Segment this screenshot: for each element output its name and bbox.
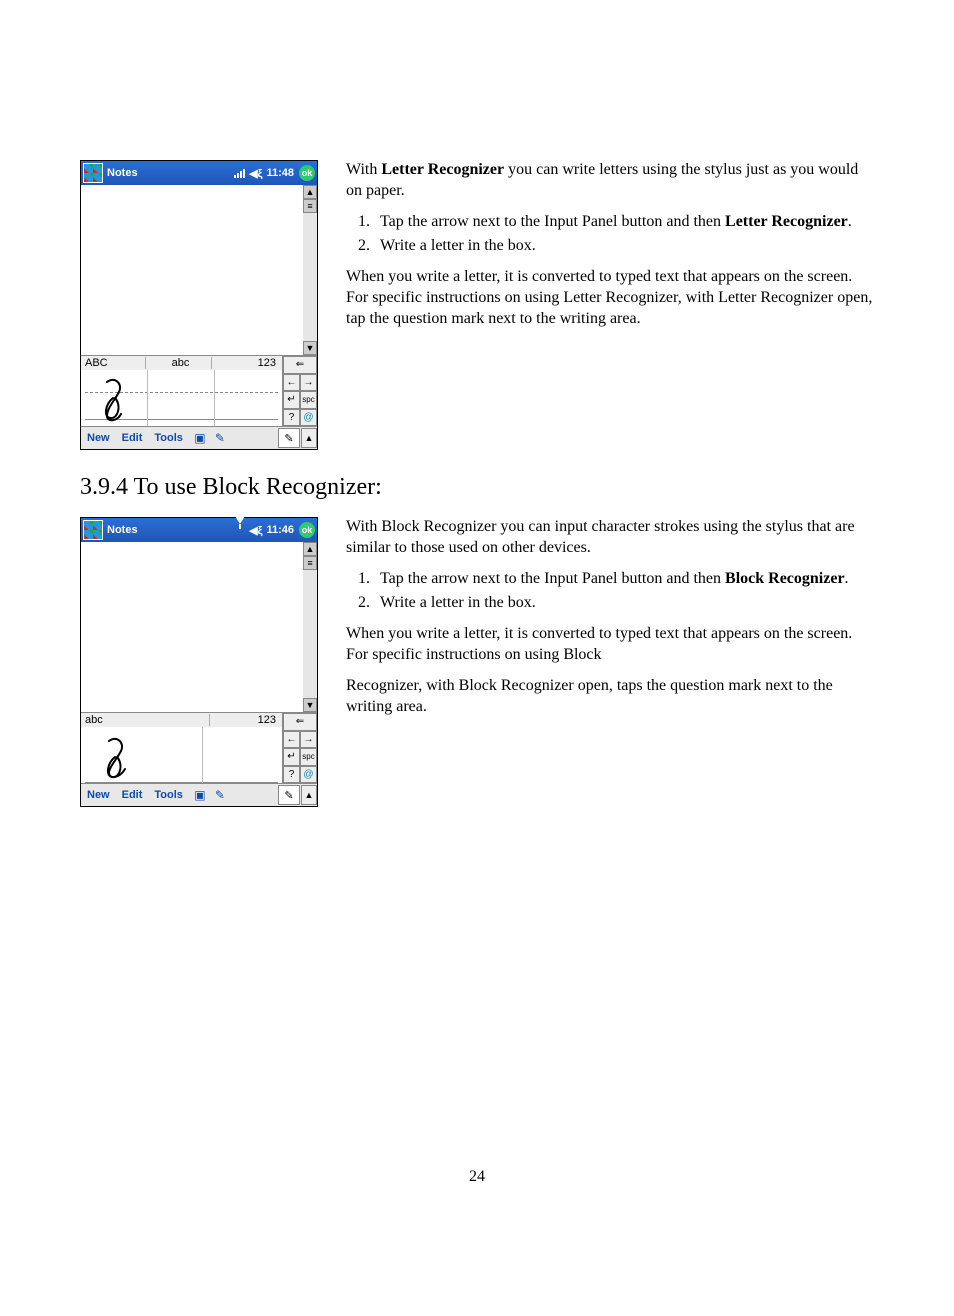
menu-edit[interactable]: Edit: [116, 789, 149, 801]
pda2-time: 11:46: [266, 524, 294, 536]
help-key[interactable]: ?: [283, 766, 300, 784]
sip-button[interactable]: ✎: [278, 785, 300, 805]
letter-intro: With Letter Recognizer you can write let…: [346, 160, 874, 202]
block-step-2: Write a letter in the box.: [374, 593, 874, 614]
ok-button[interactable]: ok: [299, 522, 315, 538]
letter-text-column: With Letter Recognizer you can write let…: [346, 160, 874, 340]
start-icon[interactable]: [83, 163, 103, 183]
writing-area[interactable]: [81, 370, 282, 426]
block-steps: Tap the arrow next to the Input Panel bu…: [346, 569, 874, 615]
scroll-down-icon[interactable]: ▼: [303, 698, 317, 712]
sip-arrow[interactable]: ▲: [301, 785, 317, 805]
page-number: 24: [0, 1168, 954, 1186]
letter-step-1: Tap the arrow next to the Input Panel bu…: [374, 212, 874, 233]
block-recognizer-panel: abc 123 ⇐: [81, 712, 317, 783]
enter-key[interactable]: ↵: [283, 391, 300, 409]
pda1-title: Notes: [107, 167, 138, 179]
scroll-thumb[interactable]: ≡: [303, 199, 317, 213]
left-key[interactable]: ←: [283, 374, 300, 392]
backspace-key[interactable]: ⇐: [283, 713, 317, 731]
filter-icon[interactable]: [235, 524, 245, 536]
left-key[interactable]: ←: [283, 731, 300, 749]
note-canvas[interactable]: [81, 185, 303, 355]
section-block-recognizer: Notes ◀ξ 11:46 ok ▲ ≡ ▼: [80, 517, 874, 807]
signal-icon[interactable]: [234, 166, 245, 181]
writing-area[interactable]: [81, 727, 282, 783]
start-icon[interactable]: [83, 520, 103, 540]
block-step-1: Tap the arrow next to the Input Panel bu…: [374, 569, 874, 590]
help-key[interactable]: ?: [283, 409, 300, 427]
scroll-up-icon[interactable]: ▲: [303, 185, 317, 199]
backspace-key[interactable]: ⇐: [283, 356, 317, 374]
right-key[interactable]: →: [300, 374, 317, 392]
menu-tools[interactable]: Tools: [148, 789, 189, 801]
letter-step-2: Write a letter in the box.: [374, 236, 874, 257]
space-key[interactable]: spc: [300, 391, 317, 409]
enter-key[interactable]: ↵: [283, 748, 300, 766]
aux-keys: ⇐ ← → ↵ spc ? @: [282, 356, 317, 426]
letter-steps: Tap the arrow next to the Input Panel bu…: [346, 212, 874, 258]
pen-icon[interactable]: ✎: [211, 786, 229, 804]
right-key[interactable]: →: [300, 731, 317, 749]
speaker-icon[interactable]: ◀ξ: [249, 167, 262, 180]
ink-stroke-icon: [101, 735, 131, 779]
symbol-key[interactable]: @: [300, 409, 317, 427]
letter-recognizer-panel: ABC abc 123: [81, 355, 317, 426]
ink-stroke-icon: [101, 378, 131, 422]
scroll-down-icon[interactable]: ▼: [303, 341, 317, 355]
block-intro: With Block Recognizer you can input char…: [346, 517, 874, 559]
pda2-menubar: New Edit Tools ▣ ✎ ✎ ▲: [81, 783, 317, 806]
sip-arrow[interactable]: ▲: [301, 428, 317, 448]
ok-button[interactable]: ok: [299, 165, 315, 181]
scrollbar[interactable]: ▲ ≡ ▼: [303, 185, 317, 355]
symbol-key[interactable]: @: [300, 766, 317, 784]
zone-uppercase: ABC: [81, 357, 146, 369]
record-icon[interactable]: ▣: [191, 786, 209, 804]
zone-numeric: 123: [210, 714, 282, 726]
block-para2: When you write a letter, it is converted…: [346, 624, 874, 666]
section-heading: 3.9.4 To use Block Recognizer:: [80, 474, 874, 501]
menu-tools[interactable]: Tools: [148, 432, 189, 444]
speaker-icon[interactable]: ◀ξ: [249, 524, 262, 537]
menu-new[interactable]: New: [81, 432, 116, 444]
pen-icon[interactable]: ✎: [211, 429, 229, 447]
scrollbar[interactable]: ▲ ≡ ▼: [303, 542, 317, 712]
block-para3: Recognizer, with Block Recognizer open, …: [346, 676, 874, 718]
letter-para2: When you write a letter, it is converted…: [346, 267, 874, 329]
scroll-thumb[interactable]: ≡: [303, 556, 317, 570]
note-canvas[interactable]: [81, 542, 303, 712]
block-text-column: With Block Recognizer you can input char…: [346, 517, 874, 727]
pda2-title: Notes: [107, 524, 138, 536]
menu-new[interactable]: New: [81, 789, 116, 801]
pda1-titlebar: Notes ◀ξ 11:48 ok: [81, 161, 317, 185]
pda1-menubar: New Edit Tools ▣ ✎ ✎ ▲: [81, 426, 317, 449]
pda-screenshot-block: Notes ◀ξ 11:46 ok ▲ ≡ ▼: [80, 517, 318, 807]
scroll-up-icon[interactable]: ▲: [303, 542, 317, 556]
aux-keys: ⇐ ← → ↵ spc ? @: [282, 713, 317, 783]
menu-edit[interactable]: Edit: [116, 432, 149, 444]
space-key[interactable]: spc: [300, 748, 317, 766]
pda1-time: 11:48: [266, 167, 294, 179]
pda-screenshot-letter: Notes ◀ξ 11:48 ok ▲ ≡ ▼: [80, 160, 318, 450]
page: Notes ◀ξ 11:48 ok ▲ ≡ ▼: [0, 0, 954, 1316]
pda2-titlebar: Notes ◀ξ 11:46 ok: [81, 518, 317, 542]
zone-numeric: 123: [212, 357, 282, 369]
section-letter-recognizer: Notes ◀ξ 11:48 ok ▲ ≡ ▼: [80, 160, 874, 450]
record-icon[interactable]: ▣: [191, 429, 209, 447]
zone-lowercase: abc: [146, 357, 211, 369]
zone-alpha: abc: [81, 714, 210, 726]
sip-button[interactable]: ✎: [278, 428, 300, 448]
